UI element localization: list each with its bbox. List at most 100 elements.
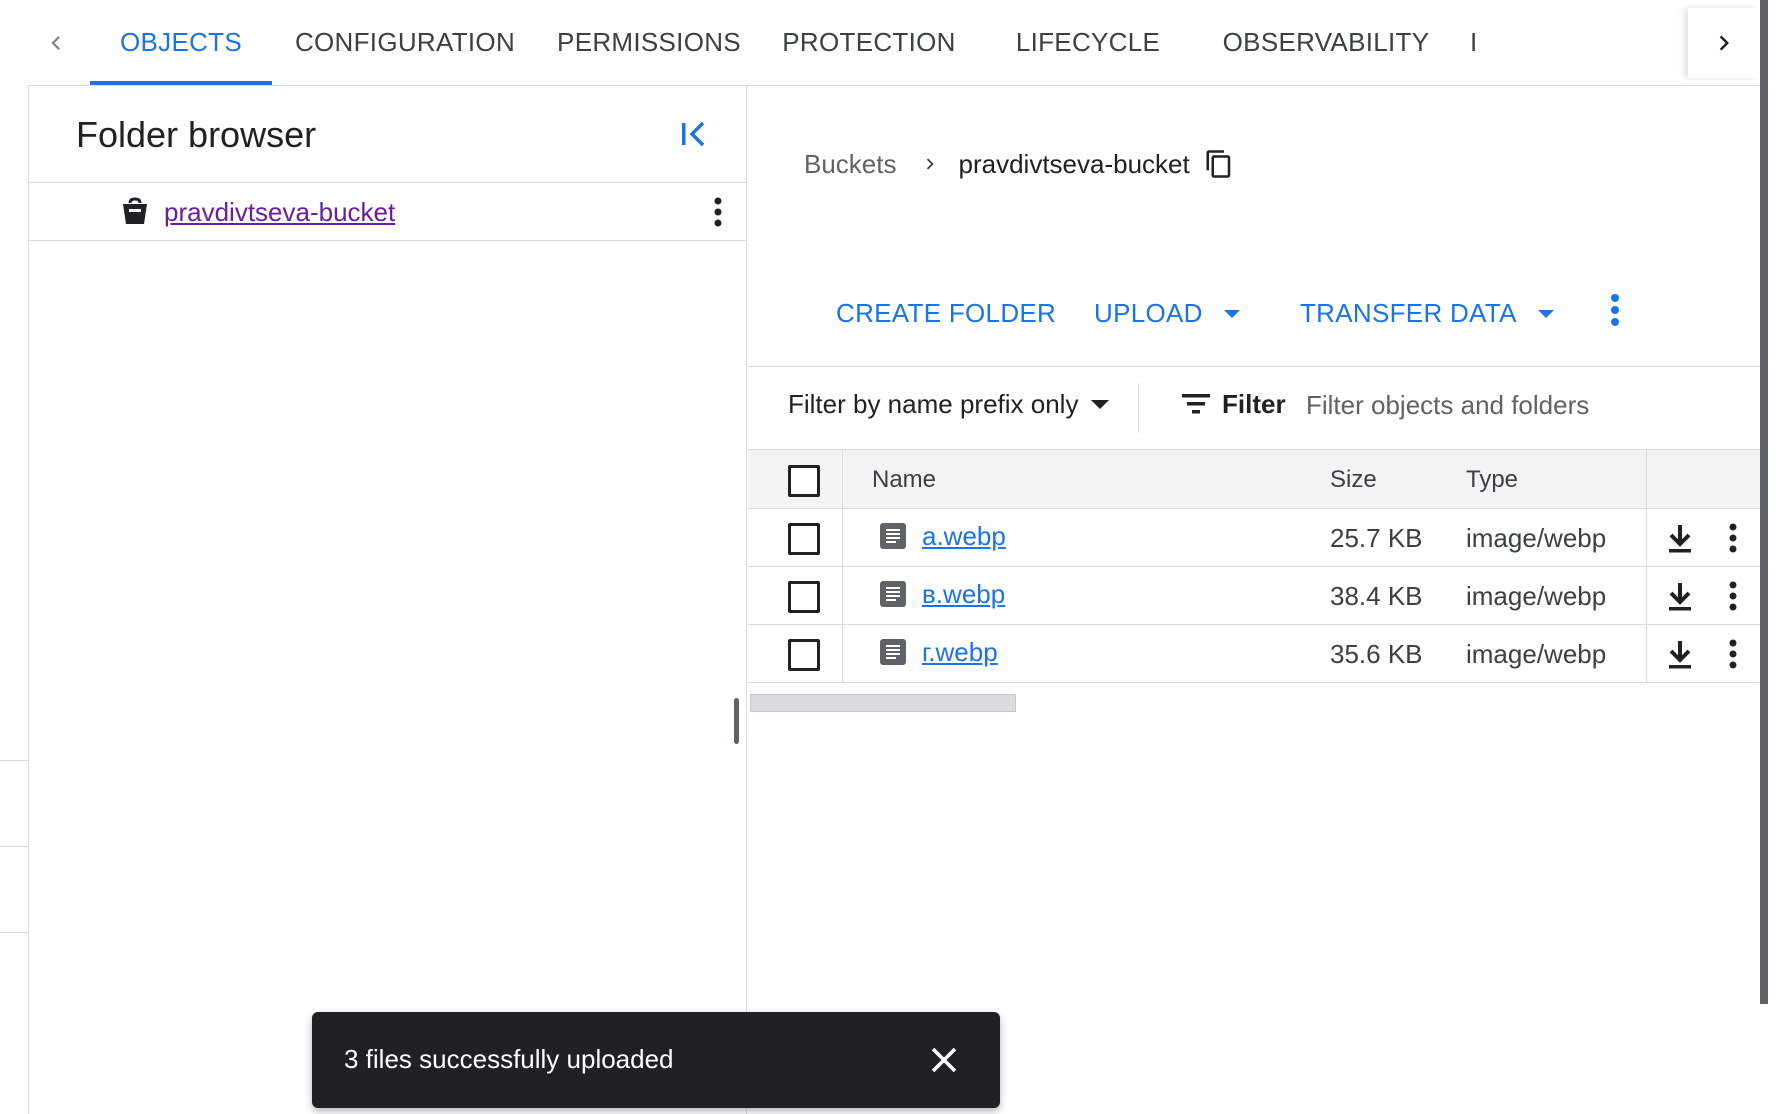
tab-objects[interactable]: OBJECTS [90, 0, 272, 85]
row-checkbox-cell [748, 625, 843, 682]
collapse-left-icon [682, 121, 705, 147]
copy-icon[interactable] [1204, 149, 1234, 179]
edge-divider [0, 846, 28, 847]
filter-label: Filter [1222, 389, 1286, 419]
panel-resize-handle[interactable] [734, 698, 739, 744]
more-vert-icon[interactable] [1727, 521, 1739, 560]
table-header-row: Name Size Type [748, 450, 1761, 509]
tab-label: PERMISSIONS [557, 27, 741, 57]
download-icon[interactable] [1667, 581, 1693, 616]
download-icon[interactable] [1667, 639, 1693, 674]
left-edge-strip [0, 86, 29, 1114]
filter-mode-label: Filter by name prefix only [788, 389, 1079, 419]
vertical-scrollbar[interactable] [1760, 0, 1768, 1004]
edge-divider [0, 760, 28, 761]
horizontal-scrollbar[interactable] [750, 694, 1016, 712]
more-vert-icon [1611, 294, 1619, 326]
tab-lifecycle[interactable]: LIFECYCLE [998, 0, 1178, 85]
collapse-panel-button[interactable] [674, 114, 714, 154]
breadcrumb-current-bucket: pravdivtseva-bucket [958, 148, 1190, 179]
file-type: image/webp [1466, 639, 1607, 669]
objects-panel: Buckets pravdivtseva-bucket CREATE FOLDE… [748, 86, 1761, 1114]
snackbar-message: 3 files successfully uploaded [344, 1044, 674, 1074]
transfer-data-label: TRANSFER DATA [1300, 298, 1517, 328]
tab-label: PROTECTION [782, 27, 956, 57]
bucket-icon [120, 197, 150, 232]
folder-browser-header: Folder browser [28, 86, 746, 183]
tab-label: OBSERVABILITY [1222, 27, 1430, 57]
file-type: image/webp [1466, 523, 1607, 553]
folder-browser-title: Folder browser [76, 114, 317, 155]
file-name-link[interactable]: г.webp [922, 637, 998, 668]
bucket-link[interactable]: pravdivtseva-bucket [164, 197, 395, 228]
tab-protection[interactable]: PROTECTION [772, 0, 966, 85]
table-row: г.webp 35.6 KB image/webp [748, 625, 1761, 683]
tab-permissions[interactable]: PERMISSIONS [548, 0, 750, 85]
row-actions-cell [1646, 625, 1761, 682]
actions-toolbar: CREATE FOLDER UPLOAD TRANSFER DATA [748, 206, 1760, 367]
file-size: 25.7 KB [1330, 523, 1423, 553]
tab-bar: OBJECTS CONFIGURATION PERMISSIONS PROTEC… [28, 0, 1760, 86]
snackbar: 3 files successfully uploaded [312, 1012, 1000, 1108]
filter-list-icon [1182, 393, 1210, 420]
chevron-left-icon [51, 36, 60, 50]
more-vert-icon[interactable] [1727, 579, 1739, 618]
tab-label: LIFECYCLE [1015, 27, 1161, 57]
tab-observability[interactable]: OBSERVABILITY [1206, 0, 1446, 85]
chevron-right-icon [1719, 35, 1729, 51]
row-checkbox-cell [748, 567, 843, 624]
file-icon [880, 523, 906, 554]
row-checkbox-cell [748, 509, 843, 566]
tree-item-bucket[interactable]: pravdivtseva-bucket [28, 183, 746, 241]
filter-divider [1138, 383, 1139, 433]
folder-browser-panel: Folder browser pravdivtseva-bucket [28, 86, 747, 1114]
more-vert-icon[interactable] [712, 195, 724, 234]
more-vert-icon[interactable] [1727, 637, 1739, 676]
row-checkbox[interactable] [788, 581, 820, 613]
upload-button[interactable]: UPLOAD [1094, 298, 1241, 329]
more-actions-button[interactable] [1608, 292, 1622, 328]
row-checkbox[interactable] [788, 639, 820, 671]
download-icon[interactable] [1667, 523, 1693, 558]
file-name-link[interactable]: а.webp [922, 521, 1006, 552]
column-header-name[interactable]: Name [872, 466, 936, 494]
transfer-data-button[interactable]: TRANSFER DATA [1300, 298, 1555, 329]
row-actions-cell [1646, 567, 1761, 624]
tabs-scroll-left-button[interactable] [28, 15, 84, 71]
upload-label: UPLOAD [1094, 298, 1203, 328]
tab-label: I [1470, 27, 1478, 57]
table-row: а.webp 25.7 KB image/webp [748, 509, 1761, 567]
tab-truncated[interactable]: I [1470, 0, 1502, 85]
tabs-scroll-right-button[interactable] [1688, 8, 1760, 78]
chevron-right-icon [919, 153, 941, 175]
close-icon[interactable] [928, 1044, 960, 1081]
file-name-link[interactable]: в.webp [922, 579, 1005, 610]
breadcrumb: Buckets pravdivtseva-bucket [804, 142, 1234, 186]
row-actions-cell [1646, 509, 1761, 566]
objects-table: Name Size Type а.webp 25.7 KB image/webp… [748, 450, 1761, 683]
tab-label: OBJECTS [119, 27, 242, 57]
filter-mode-dropdown[interactable]: Filter by name prefix only [788, 389, 1110, 420]
create-folder-label: CREATE FOLDER [836, 298, 1057, 328]
tab-configuration[interactable]: CONFIGURATION [290, 0, 520, 85]
arrow-drop-down-icon [1223, 309, 1241, 319]
select-all-cell [748, 450, 843, 508]
row-checkbox[interactable] [788, 523, 820, 555]
breadcrumb-buckets-link[interactable]: Buckets [804, 149, 897, 180]
filter-input[interactable] [1304, 381, 1748, 429]
actions-header-cell [1646, 450, 1761, 508]
file-type: image/webp [1466, 581, 1607, 611]
tab-label: CONFIGURATION [294, 27, 516, 57]
file-icon [880, 639, 906, 670]
table-row: в.webp 38.4 KB image/webp [748, 567, 1761, 625]
file-icon [880, 581, 906, 612]
filter-bar: Filter by name prefix only Filter [748, 367, 1760, 450]
select-all-checkbox[interactable] [788, 465, 820, 497]
arrow-drop-down-icon [1090, 399, 1110, 410]
column-header-type[interactable]: Type [1466, 466, 1518, 494]
edge-divider [0, 932, 28, 933]
file-size: 35.6 KB [1330, 639, 1423, 669]
create-folder-button[interactable]: CREATE FOLDER [836, 298, 1056, 329]
column-header-size[interactable]: Size [1330, 466, 1377, 494]
arrow-drop-down-icon [1537, 309, 1555, 319]
